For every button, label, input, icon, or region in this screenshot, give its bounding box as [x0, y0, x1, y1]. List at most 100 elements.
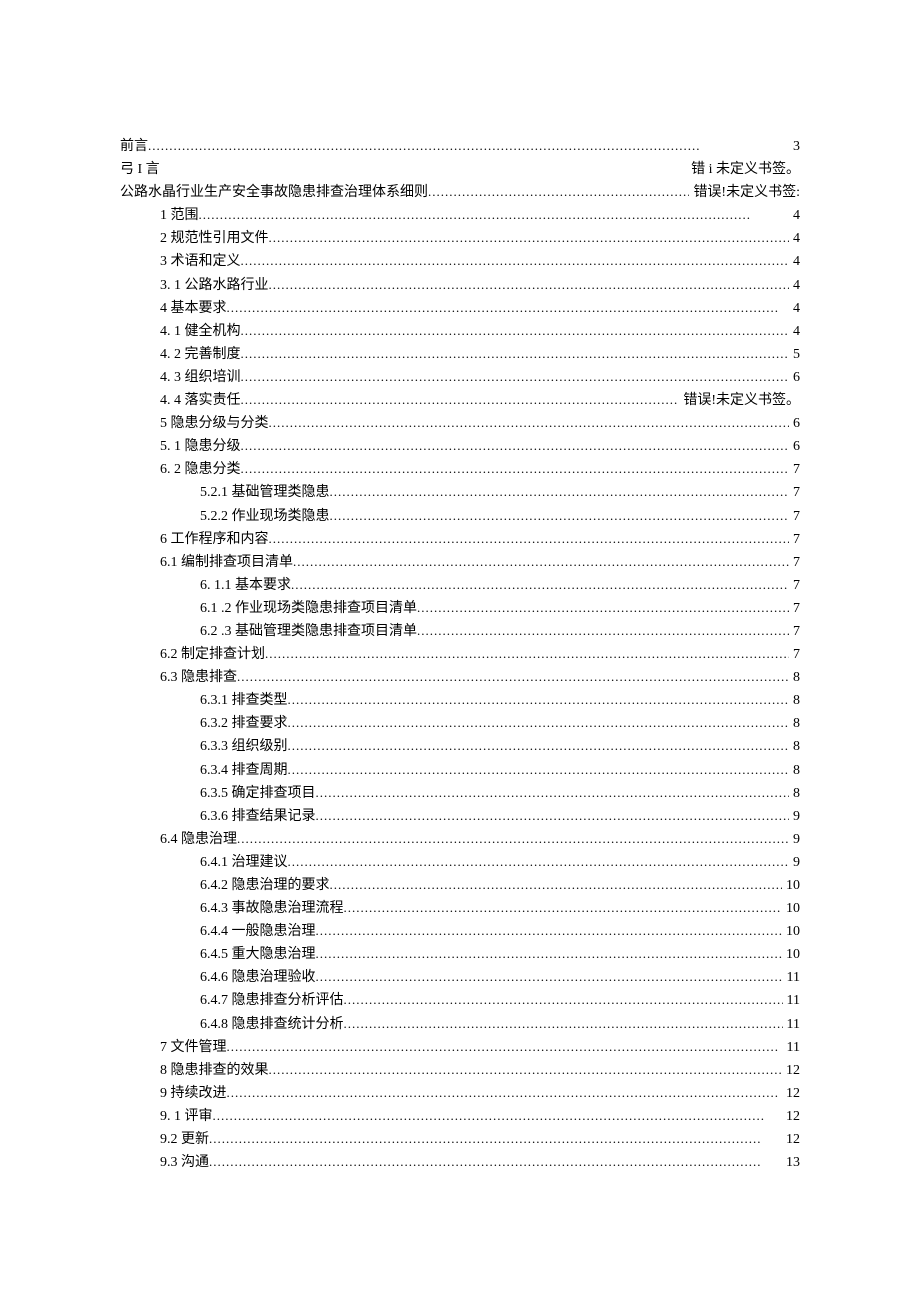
toc-leader-dots: [241, 366, 790, 389]
toc-entry: 4. 3 组织培训6: [120, 366, 800, 389]
toc-entry: 6.4.8 隐患排查统计分析11: [120, 1013, 800, 1036]
toc-leader-dots: [265, 643, 789, 666]
toc-entry: 6.3 隐患排查8: [120, 666, 800, 689]
toc-page: 4: [789, 204, 800, 227]
toc-label: 3. 1 公路水路行业: [160, 274, 269, 297]
toc-page: 4: [789, 320, 800, 343]
toc-page: 7: [789, 505, 800, 528]
toc-label: 6.3.6 排查结果记录: [200, 805, 316, 828]
toc-entry: 6.4.4 一般隐患治理 10: [120, 920, 800, 943]
toc-leader-dots: [293, 551, 789, 574]
toc-leader-dots: [330, 481, 790, 504]
toc-page: 4: [789, 227, 800, 250]
toc-leader-dots: [241, 343, 790, 366]
toc-label: 6. 2 隐患分类: [160, 458, 241, 481]
toc-entry: 6.3.1 排查类型8: [120, 689, 800, 712]
toc-entry: 4 基本要求4: [120, 297, 800, 320]
toc-leader-dots: [148, 135, 789, 158]
toc-label: 5.2.2 作业现场类隐患: [200, 505, 330, 528]
toc-leader-dots: [288, 689, 790, 712]
toc-entry: 8 隐患排查的效果12: [120, 1059, 800, 1082]
toc-leader-dots: [227, 1082, 783, 1105]
toc-page: 8: [789, 735, 800, 758]
toc-leader-dots: [241, 458, 790, 481]
toc-label: 6.4.3 事故隐患治理流程: [200, 897, 344, 920]
toc-page: 7: [789, 574, 800, 597]
toc-entry: 9. 1 评审12: [120, 1105, 800, 1128]
toc-label: 6.4.2 隐患治理的要求: [200, 874, 330, 897]
toc-leader-dots: [269, 227, 790, 250]
toc-leader-dots: [417, 620, 789, 643]
toc-page: 4: [789, 297, 800, 320]
toc-label: 4. 4 落实责任: [160, 389, 241, 412]
toc-leader-dots: [241, 320, 790, 343]
toc-page: 11: [783, 1036, 800, 1059]
toc-label: 弓 I 言: [120, 158, 160, 181]
toc-label: 6.3 隐患排查: [160, 666, 237, 689]
toc-label: 6.3.5 确定排查项目: [200, 782, 316, 805]
toc-label: 6.4.8 隐患排查统计分析: [200, 1013, 344, 1036]
toc-leader-dots: [344, 1013, 783, 1036]
toc-label: 6. 1.1 基本要求: [200, 574, 291, 597]
toc-page: 4: [789, 274, 800, 297]
toc-leader-dots: [316, 782, 790, 805]
toc-label: 6.4.7 隐患排查分析评估: [200, 989, 344, 1012]
toc-entry: 6.3.6 排查结果记录9: [120, 805, 800, 828]
toc-page: 4: [789, 250, 800, 273]
toc-page: 错误!未定义书签。: [679, 389, 800, 412]
toc-page: 10: [782, 874, 800, 897]
toc-label: 6.3.3 组织级别: [200, 735, 288, 758]
toc-label: 5. 1 隐患分级: [160, 435, 241, 458]
toc-label: 6.4.4 一般隐患治理: [200, 920, 316, 943]
toc-entry: 6.3.5 确定排查项目8: [120, 782, 800, 805]
toc-entry: 6.4.7 隐患排查分析评估11: [120, 989, 800, 1012]
toc-entry: 3. 1 公路水路行业 4: [120, 274, 800, 297]
toc-page: 13: [782, 1151, 800, 1174]
toc-label: 9. 1 评审: [160, 1105, 213, 1128]
toc-page: 错误!未定义书签:: [689, 181, 800, 204]
toc-entry: 3 术语和定义4: [120, 250, 800, 273]
toc-entry: 7 文件管理 11: [120, 1036, 800, 1059]
toc-leader-dots: [237, 666, 789, 689]
toc-label: 8 隐患排查的效果: [160, 1059, 269, 1082]
toc-entry: 5.2.1 基础管理类隐患7: [120, 481, 800, 504]
toc-page: 10: [782, 943, 800, 966]
toc-label: 6.2 .3 基础管理类隐患排查项目清单: [200, 620, 417, 643]
toc-page: 7: [789, 551, 800, 574]
toc-leader-dots: [428, 181, 689, 204]
toc-entry: 弓 I 言错 i 未定义书签。: [120, 158, 800, 181]
toc-page: 9: [789, 851, 800, 874]
toc-entry: 6. 2 隐患分类7: [120, 458, 800, 481]
toc-page: 12: [782, 1128, 800, 1151]
toc-label: 6.2 制定排查计划: [160, 643, 265, 666]
toc-entry: 6 工作程序和内容7: [120, 528, 800, 551]
toc-leader-dots: [316, 966, 783, 989]
toc-label: 6.1 编制排查项目清单: [160, 551, 293, 574]
toc-page: 6: [789, 412, 800, 435]
toc-page: 7: [789, 481, 800, 504]
toc-leader-dots: [288, 712, 790, 735]
toc-leader-dots: [330, 874, 783, 897]
toc-page: 10: [782, 920, 800, 943]
toc-label: 6.4.1 治理建议: [200, 851, 288, 874]
toc-label: 4. 1 健全机构: [160, 320, 241, 343]
toc-label: 4. 3 组织培训: [160, 366, 241, 389]
toc-page: 9: [789, 828, 800, 851]
toc-label: 7 文件管理: [160, 1036, 227, 1059]
toc-leader-dots: [213, 1105, 783, 1128]
toc-leader-dots: [237, 828, 789, 851]
toc-entry: 6.4.3 事故隐患治理流程10: [120, 897, 800, 920]
toc-label: 前言: [120, 135, 148, 158]
toc-entry: 4. 4 落实责任 错误!未定义书签。: [120, 389, 800, 412]
toc-entry: 5. 1 隐患分级6: [120, 435, 800, 458]
toc-label: 9.3 沟通: [160, 1151, 209, 1174]
toc-leader-dots: [316, 920, 783, 943]
toc-label: 6.4 隐患治理: [160, 828, 237, 851]
toc-leader-dots: [344, 989, 783, 1012]
toc-label: 公路水晶行业生产安全事故隐患排查治理体系细则: [120, 181, 428, 204]
toc-leader-dots: [241, 435, 790, 458]
toc-entry: 4. 1 健全机构 4: [120, 320, 800, 343]
toc-page: 7: [789, 528, 800, 551]
toc-entry: 9 持续改进12: [120, 1082, 800, 1105]
toc-leader-dots: [417, 597, 789, 620]
